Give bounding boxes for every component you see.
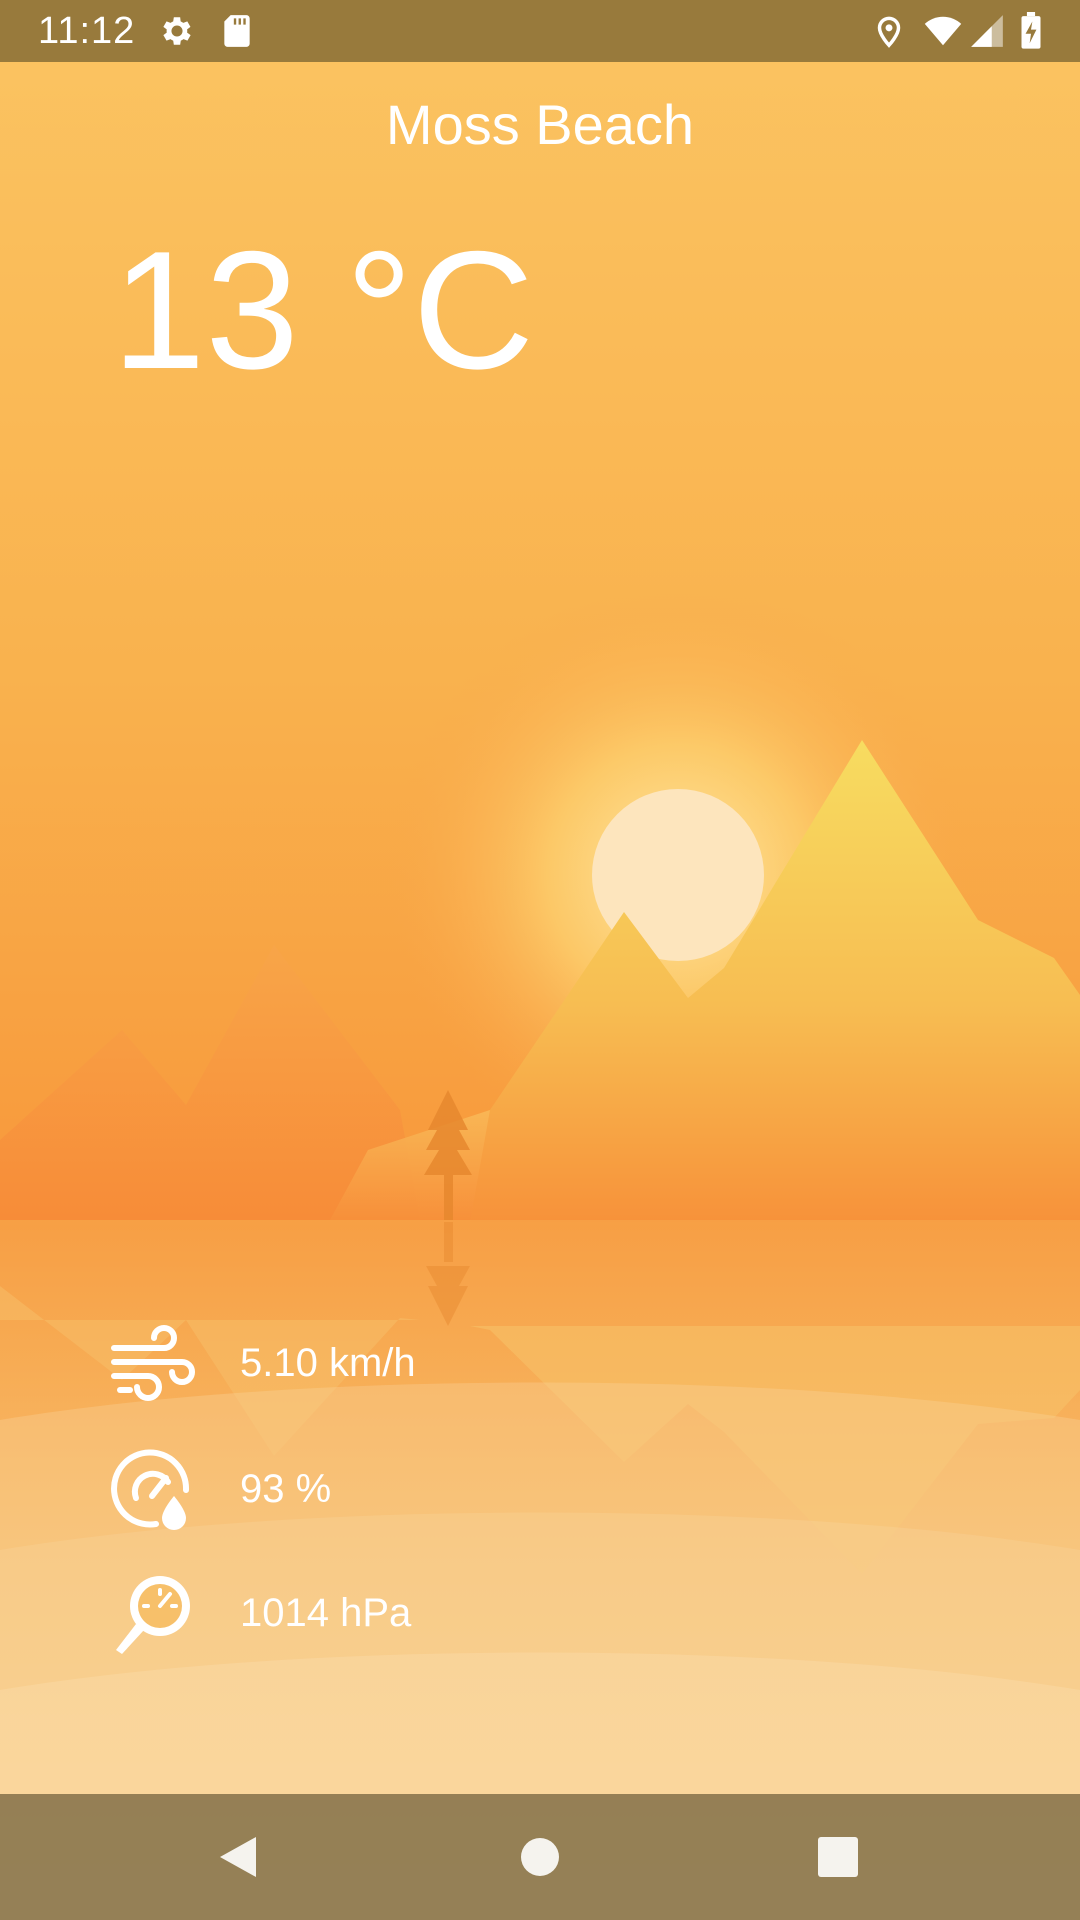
current-temperature: 13 °C xyxy=(112,216,535,404)
settings-icon xyxy=(163,17,191,45)
humidity-row: 93 % xyxy=(108,1444,708,1534)
home-icon[interactable] xyxy=(512,1829,568,1885)
pressure-icon xyxy=(116,1576,190,1654)
status-time: 11:12 xyxy=(38,10,136,52)
wind-row: 5.10 km/h xyxy=(108,1318,708,1408)
foreground-wave-3 xyxy=(0,1652,1080,1794)
sd-card-icon xyxy=(224,15,250,47)
wind-speed-value: 5.10 km/h xyxy=(240,1341,416,1385)
battery-charging-icon xyxy=(1021,12,1041,49)
humidity-value: 93 % xyxy=(240,1467,332,1511)
status-bar: 11:12 xyxy=(0,0,1080,62)
cell-signal-icon xyxy=(971,15,1003,47)
pressure-row: 1014 hPa xyxy=(108,1568,708,1658)
navigation-bar xyxy=(0,1794,1080,1920)
wind-icon xyxy=(111,1325,195,1401)
city-name: Moss Beach xyxy=(385,93,695,156)
back-icon[interactable] xyxy=(210,1829,266,1885)
pressure-value: 1014 hPa xyxy=(240,1591,412,1635)
recents-icon[interactable] xyxy=(810,1829,866,1885)
wifi-icon xyxy=(924,16,962,46)
weather-screen: 11:12 Moss Beach 13 °C 5.10 km/h 93 % 10… xyxy=(0,0,1080,1920)
humidity-icon xyxy=(111,1449,190,1530)
location-icon xyxy=(877,16,901,48)
